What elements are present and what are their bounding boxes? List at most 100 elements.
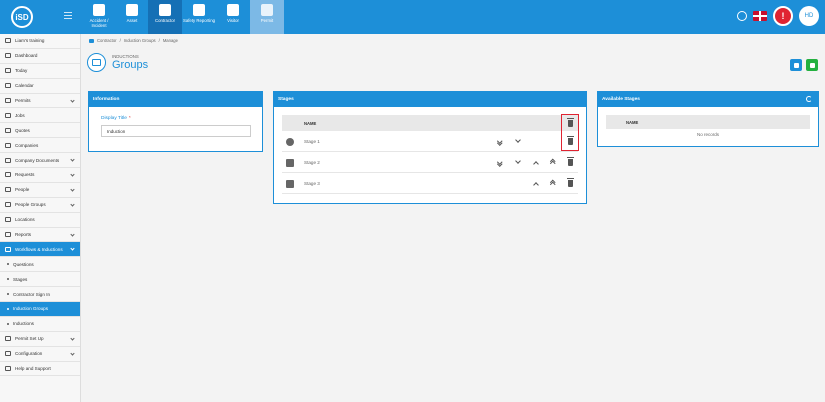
- reports-icon: [5, 232, 11, 238]
- sidebar-item-people-groups[interactable]: People Groups: [0, 198, 80, 213]
- notification-bell-icon[interactable]: [737, 11, 747, 21]
- calendar-icon: [5, 83, 11, 89]
- building-icon: [286, 179, 294, 188]
- sidebar-item-calendar[interactable]: Calendar: [0, 79, 80, 94]
- sidebar-item-people[interactable]: People: [0, 183, 80, 198]
- module-asset[interactable]: Asset: [116, 0, 148, 34]
- accident-icon: [93, 4, 105, 16]
- sidebar-item-stages[interactable]: Stages: [0, 272, 80, 288]
- bullet-icon: [7, 293, 9, 296]
- module-permit[interactable]: Permit: [250, 0, 284, 34]
- move-down-button[interactable]: [514, 158, 522, 167]
- sidebar-item-companies[interactable]: Companies: [0, 138, 80, 154]
- sidebar-item-label: Permit Set Up: [15, 336, 44, 342]
- help-icon: [5, 366, 11, 372]
- chevron-down-icon: [515, 137, 521, 143]
- alert-drop-icon[interactable]: !: [773, 6, 793, 26]
- sidebar-item-questions[interactable]: Questions: [0, 257, 80, 273]
- sidebar-item-jobs[interactable]: Jobs: [0, 108, 80, 124]
- uk-flag-icon[interactable]: [753, 11, 767, 21]
- move-up-button[interactable]: [532, 180, 540, 188]
- jobs-icon: [5, 112, 11, 118]
- display-title-input[interactable]: [101, 125, 251, 137]
- requests-icon: [5, 172, 11, 178]
- chevron-up-icon: [533, 161, 539, 167]
- chevron-down-icon: [70, 172, 75, 177]
- module-accident-incident[interactable]: Accident / Incident: [82, 0, 116, 34]
- information-panel-heading: Information: [89, 92, 262, 107]
- back-button[interactable]: [790, 59, 802, 71]
- move-down-button[interactable]: [514, 137, 522, 146]
- sidebar-item-locations[interactable]: Locations: [0, 213, 80, 228]
- app-logo[interactable]: iSD: [5, 5, 39, 29]
- stage-name: Stage 2: [304, 160, 320, 165]
- permit-setup-icon: [5, 336, 11, 342]
- sidebar-item-permits[interactable]: Permits: [0, 94, 80, 109]
- bullet-icon: [7, 307, 9, 310]
- sidebar-item-label: Today: [15, 68, 28, 74]
- sidebar-item-label: Requests: [15, 172, 35, 178]
- trash-icon: [566, 157, 574, 166]
- module-contractor[interactable]: Contractor: [148, 0, 182, 34]
- sidebar-item-label: Stages: [13, 276, 28, 282]
- delete-stage-button[interactable]: [566, 178, 574, 188]
- stage-row: Stage 1: [282, 132, 578, 152]
- permit-module-icon: [261, 4, 273, 16]
- sidebar-item-configuration[interactable]: Configuration: [0, 347, 80, 362]
- chevron-down-icon: [70, 246, 75, 252]
- sidebar-item-label: Company Documents: [15, 157, 60, 163]
- move-to-top-button[interactable]: [549, 180, 557, 188]
- sidebar-item-permit-set-up[interactable]: Permit Set Up: [0, 332, 80, 347]
- sidebar-item-label: Liam's training: [15, 38, 45, 44]
- sidebar-item-label: Induction Groups: [13, 306, 48, 312]
- move-to-top-button[interactable]: [549, 159, 557, 167]
- no-records-message: No records: [696, 132, 719, 137]
- calendar-today-icon: [5, 68, 11, 74]
- stage-row: Stage 3: [282, 174, 578, 194]
- sidebar-item-label: Contractor Sign In: [13, 291, 51, 297]
- dashboard-icon: [5, 53, 11, 59]
- sidebar-item-requests[interactable]: Requests: [0, 168, 80, 183]
- sidebar-item-help-and-support[interactable]: Help and Support: [0, 362, 80, 377]
- chevron-down-icon: [70, 336, 75, 341]
- module-visitor[interactable]: Visitor: [216, 0, 250, 34]
- move-to-bottom-button[interactable]: [496, 159, 504, 167]
- sidebar-item-induction-groups[interactable]: Induction Groups: [0, 302, 80, 317]
- breadcrumb-contractor[interactable]: Contractor: [97, 38, 117, 43]
- delete-stage-button[interactable]: [566, 157, 574, 167]
- sidebar-item-today[interactable]: Today: [0, 64, 80, 79]
- sidebar-item-label: Calendar: [15, 83, 34, 89]
- sidebar-item-inductions[interactable]: Inductions: [0, 317, 80, 332]
- contractor-breadcrumb-icon: [89, 38, 94, 43]
- stage-row: Stage 2: [282, 153, 578, 173]
- sidebar-item-label: People Groups: [15, 202, 46, 208]
- safety-reporting-icon: [193, 4, 205, 16]
- branch-icon: [5, 38, 11, 44]
- trash-icon: [566, 178, 574, 187]
- people-groups-icon: [5, 202, 11, 208]
- sidebar-item-contractor-sign-in[interactable]: Contractor Sign In: [0, 287, 80, 303]
- page-title: Groups: [112, 59, 149, 71]
- sidebar-item-company-documents[interactable]: Company Documents: [0, 153, 80, 169]
- sidebar-item-liam-s-training[interactable]: Liam's training: [0, 34, 80, 49]
- chevron-down-icon: [70, 351, 75, 356]
- module-safety-reporting[interactable]: Safety Reporting: [182, 0, 216, 34]
- save-button[interactable]: [806, 59, 818, 71]
- move-to-bottom-button[interactable]: [496, 138, 504, 146]
- move-up-button[interactable]: [532, 159, 540, 167]
- top-bar: iSD Accident / Incident Asset Contractor…: [0, 0, 825, 34]
- menu-toggle-icon[interactable]: [64, 12, 72, 20]
- sidebar-item-label: Locations: [15, 217, 35, 223]
- sidebar-item-quotes[interactable]: Quotes: [0, 123, 80, 139]
- people-icon: [5, 187, 11, 193]
- breadcrumb-induction-groups[interactable]: Induction Groups: [124, 38, 156, 43]
- stages-panel: Stages NAME Stage 1 Stage 2 Stage 3: [273, 91, 587, 204]
- sidebar-item-label: Configuration: [15, 351, 43, 357]
- sidebar-item-workflows-inductions[interactable]: Workflows & Inductions: [0, 242, 80, 258]
- bullet-icon: [7, 263, 9, 266]
- sidebar-item-label: Companies: [15, 142, 39, 148]
- refresh-icon[interactable]: [806, 96, 812, 102]
- sidebar-item-reports[interactable]: Reports: [0, 228, 80, 243]
- sidebar-item-dashboard[interactable]: Dashboard: [0, 49, 80, 64]
- user-avatar[interactable]: HD: [799, 6, 819, 26]
